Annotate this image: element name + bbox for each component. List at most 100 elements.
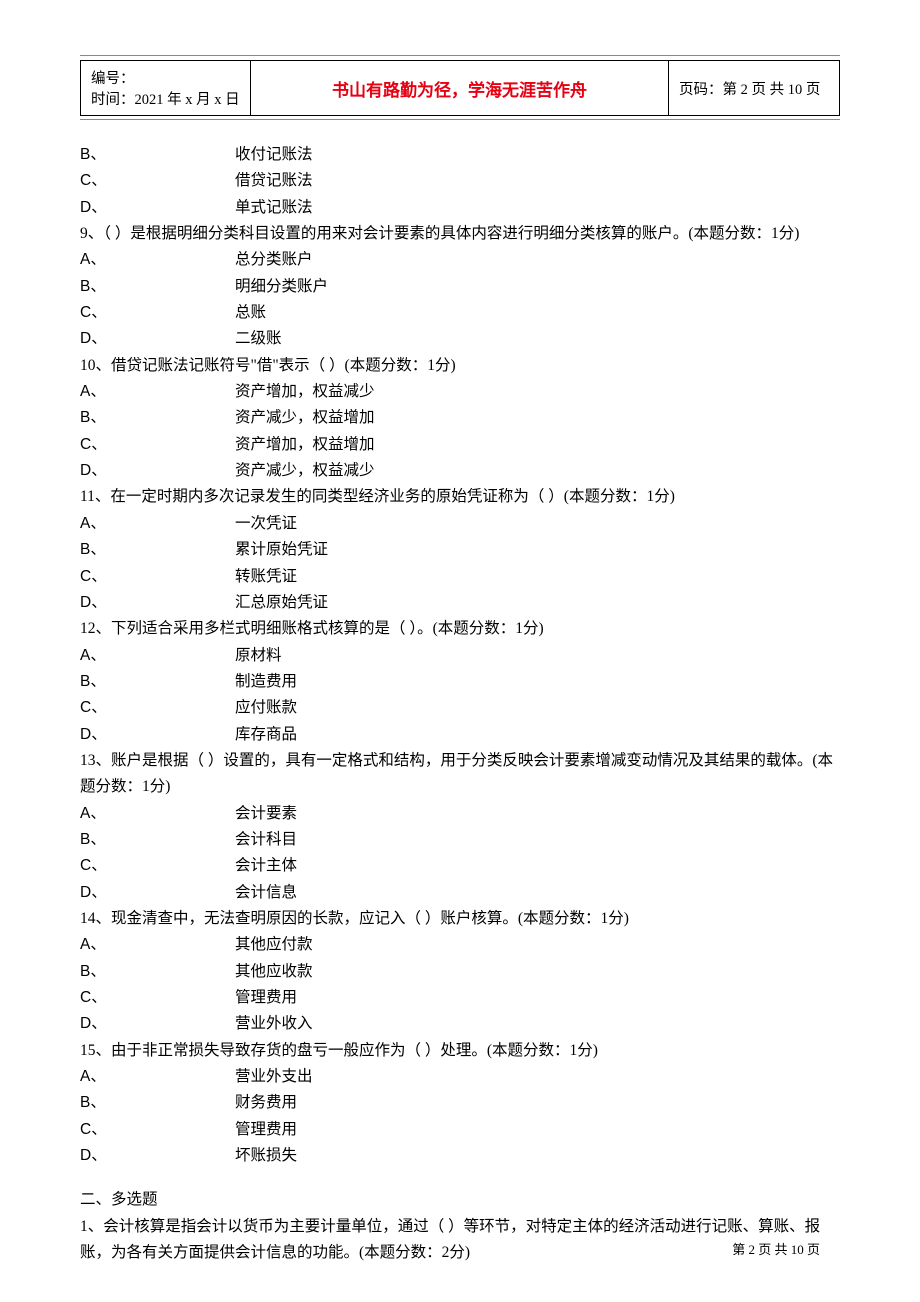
option-text: 资产增加，权益增加 — [235, 432, 375, 458]
option-label: C、 — [80, 1117, 235, 1143]
option-label: C、 — [80, 853, 235, 879]
option-label: C、 — [80, 168, 235, 194]
option-row: C、管理费用 — [80, 985, 840, 1011]
option-label: C、 — [80, 432, 235, 458]
option-row: D、会计信息 — [80, 880, 840, 906]
option-row: B、明细分类账户 — [80, 274, 840, 300]
option-text: 一次凭证 — [235, 511, 297, 537]
option-text: 会计信息 — [235, 880, 297, 906]
option-label: A、 — [80, 932, 235, 958]
option-row: A、其他应付款 — [80, 932, 840, 958]
option-label: A、 — [80, 511, 235, 537]
option-label: B、 — [80, 274, 235, 300]
option-row: A、原材料 — [80, 643, 840, 669]
option-row: B、财务费用 — [80, 1090, 840, 1116]
question-text: 13、账户是根据（ ）设置的，具有一定格式和结构，用于分类反映会计要素增减变动情… — [80, 748, 840, 801]
question-text: 10、借贷记账法记账符号"借"表示（ ）(本题分数：1分) — [80, 353, 840, 379]
option-text: 财务费用 — [235, 1090, 297, 1116]
option-row: D、坏账损失 — [80, 1143, 840, 1169]
option-text: 资产减少，权益增加 — [235, 405, 375, 431]
option-text: 总账 — [235, 300, 266, 326]
option-label: D、 — [80, 195, 235, 221]
option-text: 累计原始凭证 — [235, 537, 328, 563]
option-label: A、 — [80, 801, 235, 827]
question-text: 9、（ ）是根据明细分类科目设置的用来对会计要素的具体内容进行明细分类核算的账户… — [80, 221, 840, 247]
option-text: 会计科目 — [235, 827, 297, 853]
option-row: B、会计科目 — [80, 827, 840, 853]
option-text: 资产减少，权益减少 — [235, 458, 375, 484]
option-label: A、 — [80, 247, 235, 273]
question-text: 15、由于非正常损失导致存货的盘亏一般应作为（ ）处理。(本题分数：1分) — [80, 1038, 840, 1064]
option-label: B、 — [80, 959, 235, 985]
content-body: B、收付记账法C、借贷记账法D、单式记账法 9、（ ）是根据明细分类科目设置的用… — [80, 142, 840, 1266]
option-row: B、其他应收款 — [80, 959, 840, 985]
question-text: 11、在一定时期内多次记录发生的同类型经济业务的原始凭证称为（ ）(本题分数：1… — [80, 484, 840, 510]
option-row: A、总分类账户 — [80, 247, 840, 273]
option-text: 借贷记账法 — [235, 168, 313, 194]
option-text: 收付记账法 — [235, 142, 313, 168]
doc-id-label: 编号： — [91, 67, 240, 88]
option-label: B、 — [80, 669, 235, 695]
option-row: C、资产增加，权益增加 — [80, 432, 840, 458]
option-text: 单式记账法 — [235, 195, 313, 221]
option-row: B、制造费用 — [80, 669, 840, 695]
option-row: D、二级账 — [80, 326, 840, 352]
option-text: 库存商品 — [235, 722, 297, 748]
option-label: D、 — [80, 880, 235, 906]
option-row: B、资产减少，权益增加 — [80, 405, 840, 431]
option-label: A、 — [80, 1064, 235, 1090]
option-row: A、一次凭证 — [80, 511, 840, 537]
option-label: D、 — [80, 1011, 235, 1037]
option-text: 资产增加，权益减少 — [235, 379, 375, 405]
option-label: B、 — [80, 827, 235, 853]
option-row: C、管理费用 — [80, 1117, 840, 1143]
option-label: C、 — [80, 564, 235, 590]
option-text: 营业外收入 — [235, 1011, 313, 1037]
option-text: 营业外支出 — [235, 1064, 313, 1090]
option-label: A、 — [80, 643, 235, 669]
option-label: A、 — [80, 379, 235, 405]
section-2-question-1: 1、会计核算是指会计以货币为主要计量单位，通过（ ）等环节，对特定主体的经济活动… — [80, 1214, 840, 1267]
option-label: C、 — [80, 985, 235, 1011]
option-text: 管理费用 — [235, 985, 297, 1011]
bottom-rule — [80, 119, 840, 120]
option-row: C、应付账款 — [80, 695, 840, 721]
option-row: D、营业外收入 — [80, 1011, 840, 1037]
option-text: 明细分类账户 — [235, 274, 328, 300]
option-text: 二级账 — [235, 326, 282, 352]
doc-time-label: 时间：2021 年 x 月 x 日 — [91, 88, 240, 109]
question-text: 14、现金清查中，无法查明原因的长款，应记入（ ）账户核算。(本题分数：1分) — [80, 906, 840, 932]
question-text: 12、下列适合采用多栏式明细账格式核算的是（ ）。(本题分数：1分) — [80, 616, 840, 642]
option-row: C、总账 — [80, 300, 840, 326]
option-label: D、 — [80, 458, 235, 484]
option-label: C、 — [80, 300, 235, 326]
option-label: D、 — [80, 326, 235, 352]
header-box: 编号： 时间：2021 年 x 月 x 日 书山有路勤为径，学海无涯苦作舟 页码… — [80, 60, 840, 116]
option-text: 应付账款 — [235, 695, 297, 721]
option-row: A、营业外支出 — [80, 1064, 840, 1090]
option-row: D、汇总原始凭证 — [80, 590, 840, 616]
option-row: D、资产减少，权益减少 — [80, 458, 840, 484]
option-text: 坏账损失 — [235, 1143, 297, 1169]
header-left-cell: 编号： 时间：2021 年 x 月 x 日 — [81, 61, 251, 115]
option-text: 汇总原始凭证 — [235, 590, 328, 616]
option-text: 总分类账户 — [235, 247, 313, 273]
option-text: 其他应付款 — [235, 932, 313, 958]
option-row: A、会计要素 — [80, 801, 840, 827]
option-label: D、 — [80, 722, 235, 748]
option-text: 会计主体 — [235, 853, 297, 879]
option-row: C、借贷记账法 — [80, 168, 840, 194]
option-label: D、 — [80, 590, 235, 616]
option-row: B、累计原始凭证 — [80, 537, 840, 563]
option-text: 制造费用 — [235, 669, 297, 695]
option-row: D、库存商品 — [80, 722, 840, 748]
section-2-heading: 二、多选题 — [80, 1187, 840, 1213]
option-text: 会计要素 — [235, 801, 297, 827]
header-page-label: 页码：第 2 页 共 10 页 — [669, 61, 839, 115]
option-text: 转账凭证 — [235, 564, 297, 590]
option-text: 管理费用 — [235, 1117, 297, 1143]
option-row: C、转账凭证 — [80, 564, 840, 590]
option-label: D、 — [80, 1143, 235, 1169]
option-label: C、 — [80, 695, 235, 721]
option-row: B、收付记账法 — [80, 142, 840, 168]
